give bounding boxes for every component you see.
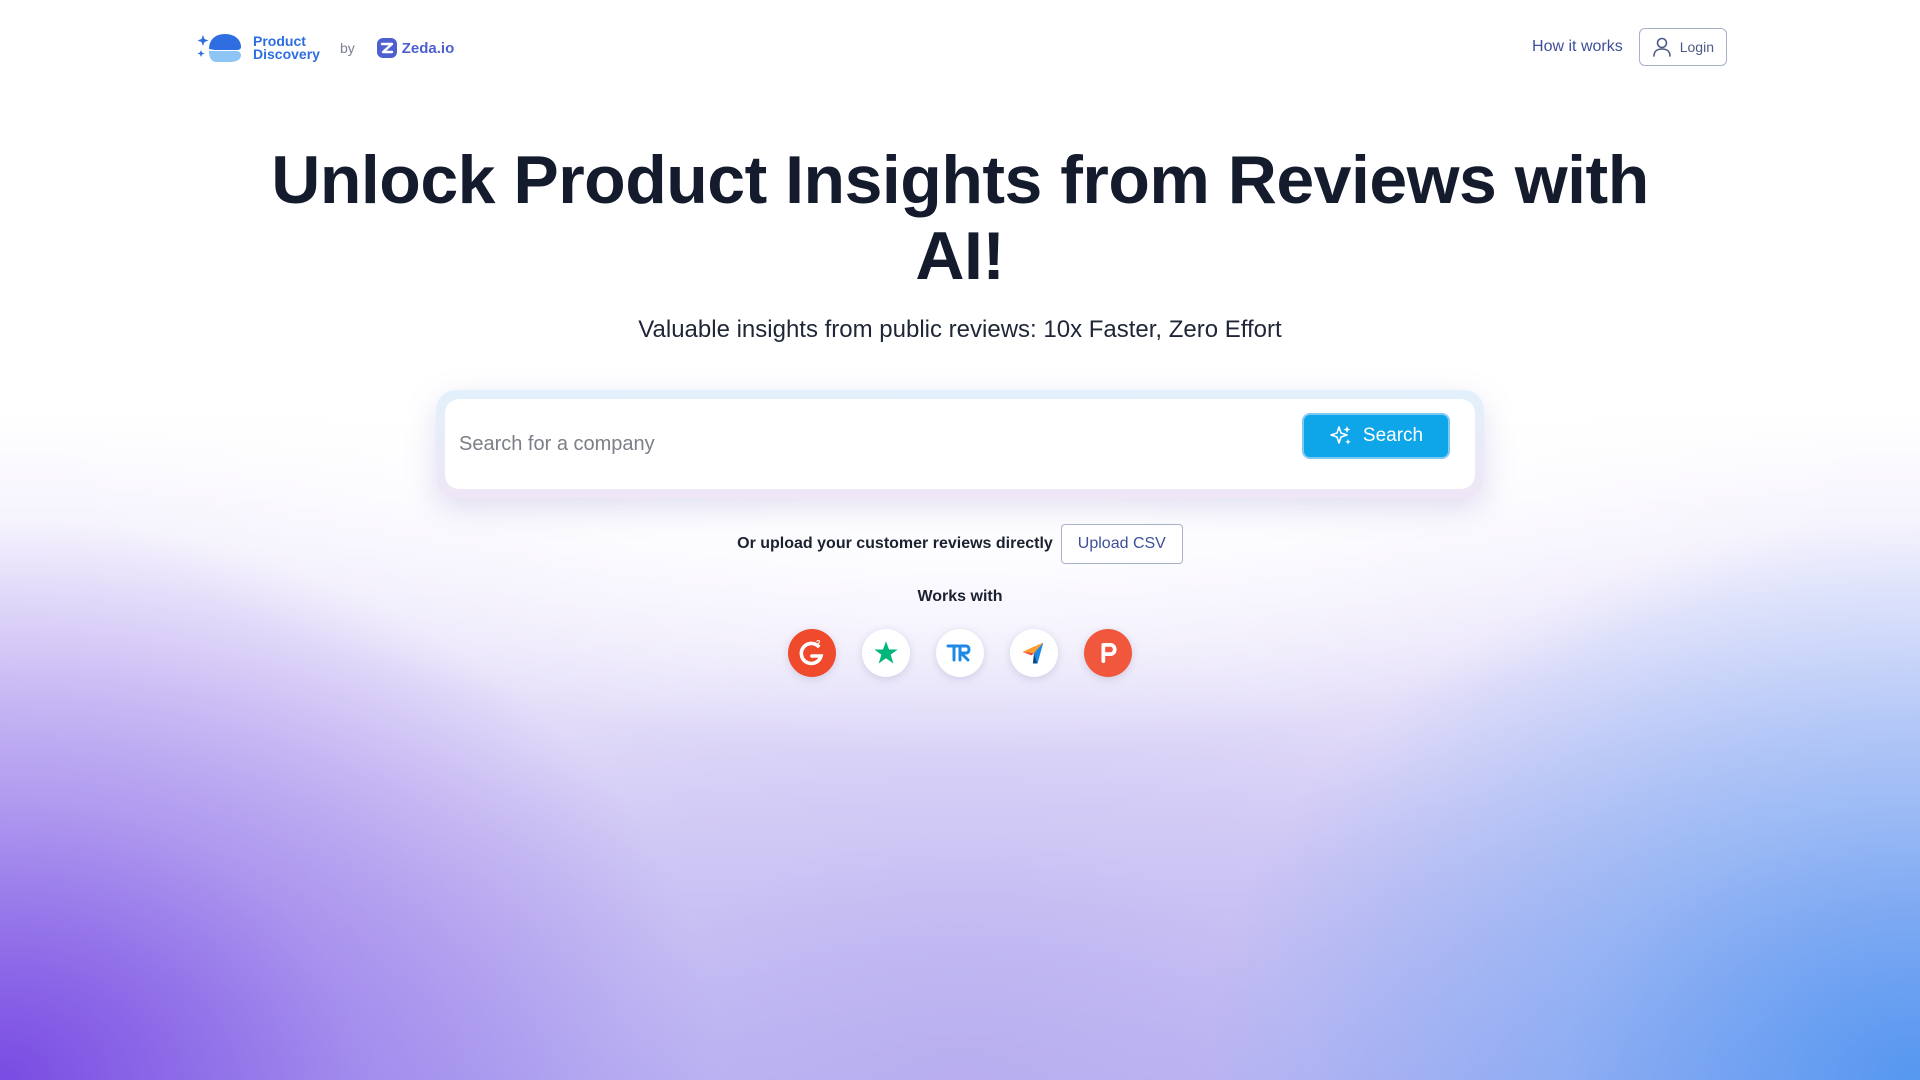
works-with-label: Works with [917,588,1003,605]
upload-prompt: Or upload your customer reviews directly [737,535,1053,552]
sparkle-icon [1330,426,1351,445]
brand-logo[interactable]: Product Discovery by Zeda.io [195,30,454,66]
trustpilot-star-icon[interactable] [862,629,910,677]
by-label: by [339,40,355,56]
zeda-logo-icon [376,38,397,58]
search-box: Search [445,399,1475,489]
hero-subtitle: Valuable insights from public reviews: 1… [638,316,1282,343]
search-button[interactable]: Search [1302,413,1450,459]
search-panel: Search [436,390,1484,498]
search-button-label: Search [1362,425,1424,446]
upload-row: Or upload your customer reviews directly… [0,524,1920,564]
brand-name: Product Discovery [253,34,320,62]
login-button[interactable]: Login [1638,28,1727,66]
producthunt-icon[interactable] [1084,629,1132,677]
company-search-input[interactable] [459,421,1279,467]
g2-icon[interactable]: 2 [788,629,836,677]
hero-title: Unlock Product Insights from Reviews wit… [271,142,1649,294]
product-discovery-logo-icon [197,34,241,62]
trustradius-icon[interactable] [936,629,984,677]
top-header: Product Discovery by Zeda.io How it work… [0,0,1920,94]
how-it-works-link[interactable]: How it works [1532,38,1623,56]
page: Product Discovery by Zeda.io How it work… [0,0,1920,1080]
partner-name: Zeda.io [401,39,455,57]
svg-text:2: 2 [816,639,821,648]
login-label: Login [1679,39,1714,55]
header-nav: How it works Login [1532,28,1727,66]
brand-line-2: Discovery [253,46,320,62]
user-icon [1652,37,1671,57]
capterra-icon[interactable] [1010,629,1058,677]
review-sources: 2 [0,629,1920,677]
upload-csv-button[interactable]: Upload CSV [1060,524,1183,564]
partner-logo: Zeda.io [376,38,455,58]
